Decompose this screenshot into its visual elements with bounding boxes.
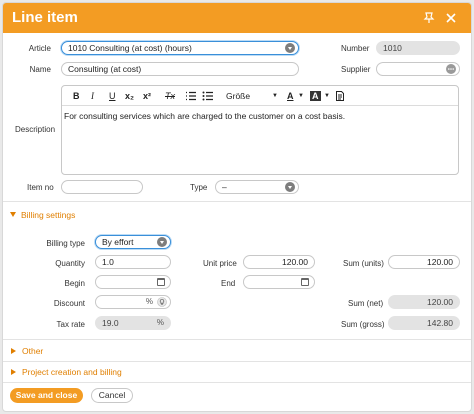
supplier-label: Supplier (341, 65, 371, 74)
other-section-title: Other (22, 346, 44, 356)
item-no-input[interactable] (61, 180, 143, 194)
subscript-button[interactable]: x₂ (125, 91, 134, 101)
name-label: Name (29, 65, 51, 74)
document-icon[interactable] (336, 91, 344, 101)
unit-price-label: Unit price (203, 259, 237, 268)
description-label: Description (15, 125, 56, 134)
type-label: Type (190, 183, 208, 192)
tax-rate-field: 19.0 % (95, 316, 171, 330)
divider (3, 339, 471, 340)
sum-units-value: 120.00 (427, 257, 453, 267)
bold-button[interactable]: B (73, 91, 80, 101)
superscript-button[interactable]: x² (143, 91, 151, 101)
underline-button[interactable]: U (109, 91, 116, 101)
chevron-down-icon[interactable] (157, 237, 167, 247)
article-value: 1010 Consulting (at cost) (hours) (68, 43, 192, 53)
sum-units-input[interactable]: 120.00 (388, 255, 460, 269)
description-text[interactable]: For consulting services which are charge… (64, 111, 345, 121)
chevron-down-icon[interactable] (285, 43, 295, 53)
chevron-down-icon[interactable] (285, 182, 295, 192)
name-value: Consulting (at cost) (68, 64, 142, 74)
item-no-label: Item no (27, 183, 54, 192)
bg-color-chevron-icon[interactable]: ▼ (324, 91, 330, 101)
description-editor[interactable]: B I U x₂ x² Tx Größe ▼ A ▼ A ▼ For consu… (61, 85, 459, 175)
discount-percent: % (145, 297, 153, 306)
font-size-chevron-icon[interactable]: ▼ (272, 91, 278, 101)
number-field: 1010 (376, 41, 460, 55)
billing-settings-title: Billing settings (21, 210, 76, 220)
number-label: Number (341, 44, 370, 53)
text-color-button[interactable]: A (287, 91, 294, 101)
cancel-button[interactable]: Cancel (91, 388, 133, 403)
line-item-dialog: Line item Article 1010 Consulting (at co… (2, 2, 472, 412)
sum-units-label: Sum (units) (343, 259, 384, 268)
bg-color-button[interactable]: A (310, 91, 321, 101)
tax-rate-value: 19.0 (102, 318, 119, 328)
dialog-titlebar: Line item (3, 3, 471, 33)
numbered-list-icon[interactable] (185, 91, 196, 101)
billing-type-select[interactable]: By effort (95, 235, 171, 249)
close-icon[interactable] (445, 12, 457, 24)
lightbulb-icon[interactable] (157, 297, 167, 307)
sum-net-value: 120.00 (427, 297, 453, 307)
divider (3, 382, 471, 383)
unit-price-value: 120.00 (282, 257, 308, 267)
more-icon[interactable] (446, 64, 456, 74)
divider (3, 361, 471, 362)
tax-rate-label: Tax rate (56, 320, 85, 329)
text-color-chevron-icon[interactable]: ▼ (298, 91, 304, 101)
end-label: End (221, 279, 236, 288)
editor-toolbar: B I U x₂ x² Tx Größe ▼ A ▼ A ▼ (62, 86, 458, 106)
calendar-icon[interactable] (301, 278, 309, 286)
divider (3, 201, 471, 202)
clear-format-button[interactable]: Tx (165, 91, 175, 101)
tax-rate-percent: % (156, 318, 164, 327)
unit-price-input[interactable]: 120.00 (243, 255, 315, 269)
supplier-input[interactable] (376, 62, 460, 76)
project-section-toggle[interactable]: Project creation and billing (11, 367, 122, 377)
quantity-input[interactable]: 1.0 (95, 255, 171, 269)
calendar-icon[interactable] (157, 278, 165, 286)
end-date-input[interactable] (243, 275, 315, 289)
sum-gross-label: Sum (gross) (341, 320, 385, 329)
font-size-select[interactable]: Größe (226, 91, 250, 101)
billing-type-value: By effort (102, 237, 134, 247)
dialog-title: Line item (12, 9, 78, 26)
type-value: – (222, 182, 227, 192)
sum-net-field: 120.00 (388, 295, 460, 309)
name-input[interactable]: Consulting (at cost) (61, 62, 299, 76)
discount-label: Discount (53, 299, 85, 308)
caret-down-icon (10, 212, 16, 217)
quantity-label: Quantity (55, 259, 85, 268)
article-select[interactable]: 1010 Consulting (at cost) (hours) (61, 41, 299, 55)
save-and-close-button[interactable]: Save and close (10, 388, 83, 403)
billing-type-label: Billing type (46, 239, 85, 248)
quantity-value: 1.0 (102, 257, 114, 267)
sum-gross-field: 142.80 (388, 316, 460, 330)
pin-icon[interactable] (423, 12, 435, 24)
begin-date-input[interactable] (95, 275, 171, 289)
caret-right-icon (11, 369, 16, 375)
project-section-title: Project creation and billing (22, 367, 122, 377)
sum-gross-value: 142.80 (427, 318, 453, 328)
type-select[interactable]: – (215, 180, 299, 194)
discount-input[interactable]: % (95, 295, 171, 309)
number-value: 1010 (383, 43, 402, 53)
sum-net-label: Sum (net) (348, 299, 384, 308)
bullet-list-icon[interactable] (202, 91, 213, 101)
article-label: Article (28, 44, 51, 53)
italic-button[interactable]: I (91, 91, 94, 101)
begin-label: Begin (64, 279, 85, 288)
caret-right-icon (11, 348, 16, 354)
other-section-toggle[interactable]: Other (11, 346, 43, 356)
billing-settings-toggle[interactable]: Billing settings (10, 210, 75, 220)
